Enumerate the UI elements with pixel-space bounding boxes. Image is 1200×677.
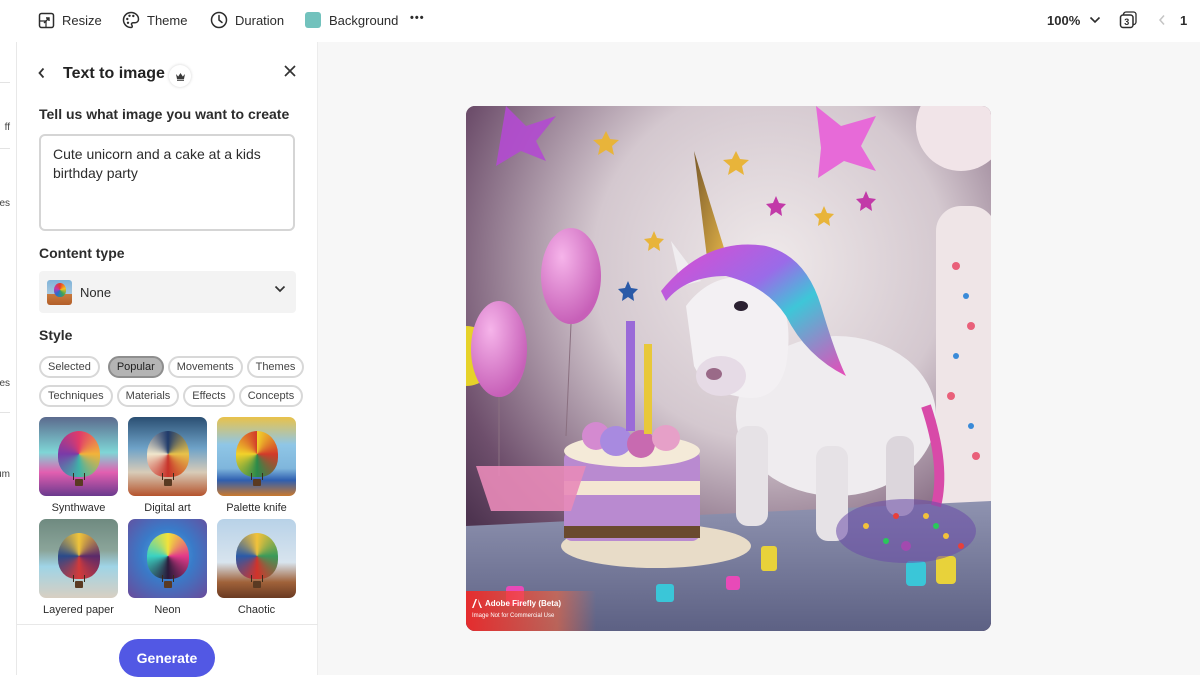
- theme-button[interactable]: Theme: [122, 0, 187, 40]
- style-thumbnail: [128, 519, 207, 598]
- premium-crown-icon: [169, 65, 191, 87]
- style-tile-palette-knife[interactable]: Palette knife: [217, 417, 296, 514]
- style-tile-label: Chaotic: [237, 604, 276, 616]
- panel-title: Text to image: [63, 65, 165, 82]
- page-number: 1: [1180, 0, 1187, 40]
- rail-item[interactable]: ff: [5, 122, 10, 133]
- prompt-label: Tell us what image you want to create: [39, 106, 290, 122]
- rail-divider: [0, 82, 10, 83]
- zoom-value: 100%: [1047, 12, 1081, 28]
- style-tile-synthwave[interactable]: Synthwave: [39, 417, 118, 514]
- style-chip-selected[interactable]: Selected: [39, 356, 100, 378]
- style-thumbnail: [39, 519, 118, 598]
- footer-divider: [17, 624, 318, 625]
- close-icon: [284, 65, 296, 77]
- style-filter-chips: Selected Popular Movements Themes Technique…: [39, 356, 305, 414]
- panel-header: Text to image: [17, 60, 318, 90]
- style-tile-label: Layered paper: [43, 604, 114, 616]
- chevron-left-icon: [38, 67, 45, 79]
- resize-label: Resize: [62, 12, 102, 28]
- chevron-down-icon: [274, 285, 286, 293]
- chip-row: Selected Popular Movements Themes: [39, 356, 305, 378]
- style-tile-label: Digital art: [144, 502, 191, 514]
- pages-button[interactable]: 3: [1119, 0, 1138, 40]
- style-tile-neon[interactable]: Neon: [128, 519, 207, 616]
- balloon-graphic: [235, 431, 278, 477]
- background-button[interactable]: Background: [305, 0, 398, 40]
- balloon-graphic: [235, 533, 278, 579]
- palette-icon: [122, 11, 140, 29]
- balloon-basket: [74, 479, 83, 486]
- style-chip-effects[interactable]: Effects: [183, 385, 235, 407]
- more-options-button[interactable]: •••: [410, 0, 425, 38]
- balloon-graphic: [57, 431, 100, 477]
- close-panel-button[interactable]: [283, 64, 297, 83]
- top-toolbar: Resize Theme Duration Background ••• 100…: [0, 0, 1200, 42]
- duration-button[interactable]: Duration: [210, 0, 284, 40]
- unicorn-cake-illustration: [466, 106, 991, 631]
- watermark-subtitle: Image Not for Commercial Use: [472, 613, 555, 619]
- style-thumbnail: [217, 417, 296, 496]
- more-icon: •••: [410, 12, 425, 24]
- balloon-graphic: [146, 533, 189, 579]
- style-tile-label: Neon: [154, 604, 181, 616]
- style-chip-popular[interactable]: Popular: [107, 356, 164, 378]
- pages-stack-icon: 3: [1119, 11, 1137, 29]
- left-rail: ff es es um: [0, 42, 17, 675]
- prompt-input[interactable]: Cute unicorn and a cake at a kids birthd…: [39, 134, 295, 231]
- style-chip-techniques[interactable]: Techniques: [39, 385, 113, 407]
- content-type-thumbnail: [47, 279, 72, 305]
- background-label: Background: [329, 12, 399, 28]
- style-thumbnail: [217, 519, 296, 598]
- style-chip-materials[interactable]: Materials: [116, 385, 180, 407]
- balloon-basket: [163, 479, 172, 486]
- style-tile-label: Synthwave: [51, 502, 106, 514]
- previous-page-button[interactable]: [1158, 0, 1173, 40]
- chevron-down-icon: [1090, 16, 1101, 24]
- style-tile-label: Palette knife: [226, 502, 287, 514]
- clock-icon: [210, 11, 228, 29]
- style-thumbnail: [39, 417, 118, 496]
- balloon-basket: [74, 581, 83, 588]
- rail-item[interactable]: um: [0, 469, 10, 480]
- adobe-logo-icon: [472, 599, 482, 608]
- balloon-basket: [252, 581, 261, 588]
- balloon-basket: [163, 581, 172, 588]
- style-tile-digital-art[interactable]: Digital art: [128, 417, 207, 514]
- balloon-basket: [252, 479, 261, 486]
- firefly-watermark: Adobe Firefly (Beta) Image Not for Comme…: [466, 591, 596, 631]
- style-chip-concepts[interactable]: Concepts: [238, 385, 304, 407]
- resize-button[interactable]: Resize: [38, 0, 102, 40]
- balloon-graphic: [57, 533, 100, 579]
- style-tile-chaotic[interactable]: Chaotic: [217, 519, 296, 616]
- pages-count: 3: [1124, 17, 1129, 27]
- balloon-graphic: [146, 431, 189, 477]
- style-chip-themes[interactable]: Themes: [246, 356, 305, 378]
- rail-item[interactable]: es: [0, 378, 10, 389]
- duration-label: Duration: [235, 12, 285, 28]
- background-color-swatch: [305, 12, 321, 28]
- rail-item[interactable]: es: [0, 198, 10, 209]
- style-label: Style: [39, 327, 73, 343]
- content-type-label: Content type: [39, 245, 125, 261]
- watermark-title: Adobe Firefly (Beta): [485, 599, 562, 608]
- page-number-value: 1: [1180, 12, 1188, 28]
- rail-divider: [0, 148, 10, 149]
- generated-image[interactable]: Adobe Firefly (Beta) Image Not for Comme…: [466, 106, 991, 631]
- style-chip-movements[interactable]: Movements: [167, 356, 243, 378]
- zoom-dropdown[interactable]: 100%: [1047, 0, 1101, 40]
- rail-divider: [0, 412, 10, 413]
- content-type-value: None: [80, 284, 112, 300]
- back-button[interactable]: [37, 66, 46, 84]
- text-to-image-panel: Text to image Tell us what image you wan…: [17, 42, 318, 677]
- canvas-area: Adobe Firefly (Beta) Image Not for Comme…: [318, 42, 1200, 675]
- generate-button[interactable]: Generate: [119, 639, 215, 677]
- content-type-dropdown[interactable]: None: [39, 271, 296, 313]
- chip-row: Techniques Materials Effects Concepts: [39, 385, 304, 407]
- style-thumbnail: [128, 417, 207, 496]
- chevron-left-icon: [1158, 15, 1165, 25]
- style-tile-layered-paper[interactable]: Layered paper: [39, 519, 118, 616]
- resize-icon: [38, 12, 55, 28]
- theme-label: Theme: [147, 12, 188, 28]
